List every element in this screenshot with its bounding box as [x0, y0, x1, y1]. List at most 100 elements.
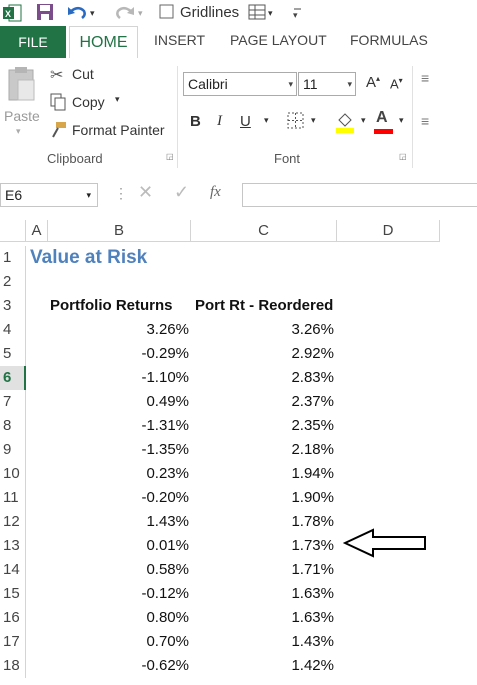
paste-dropdown-icon[interactable]: ▾ — [16, 126, 21, 137]
copy-dropdown-icon[interactable]: ▾ — [115, 94, 120, 105]
shrink-font-icon[interactable]: A▾ — [390, 76, 403, 91]
row-header-12[interactable]: 12 — [0, 510, 26, 534]
bold-button[interactable]: B — [190, 113, 201, 130]
cell-b17[interactable]: 0.70% — [48, 630, 189, 654]
tab-formulas[interactable]: FORMULAS — [350, 32, 428, 48]
row-header-5[interactable]: 5 — [0, 342, 26, 366]
cell-c12[interactable]: 1.78% — [191, 510, 334, 534]
header-port-rt-reordered[interactable]: Port Rt - Reordered — [195, 294, 333, 318]
table-icon[interactable]: ▾ — [248, 3, 288, 23]
column-header-d[interactable]: D — [337, 220, 440, 242]
cell-b11[interactable]: -0.20% — [48, 486, 189, 510]
copy-button[interactable]: Copy — [72, 94, 105, 110]
ribbon-home: Paste ▾ ✂ Cut Copy ▾ Format Painter Clip… — [0, 58, 477, 177]
row-header-3[interactable]: 3 — [0, 294, 26, 318]
cell-c8[interactable]: 2.35% — [191, 414, 334, 438]
svg-text:X: X — [5, 9, 11, 19]
row-header-9[interactable]: 9 — [0, 438, 26, 462]
cell-c9[interactable]: 2.18% — [191, 438, 334, 462]
enter-icon[interactable]: ✓ — [174, 182, 189, 203]
cell-c17[interactable]: 1.43% — [191, 630, 334, 654]
row-header-15[interactable]: 15 — [0, 582, 26, 606]
row-header-16[interactable]: 16 — [0, 606, 26, 630]
undo-icon[interactable]: ▾ — [66, 3, 100, 23]
cell-b18[interactable]: -0.62% — [48, 654, 189, 678]
clipboard-launcher-icon[interactable]: ◲ — [166, 152, 174, 161]
cell-b15[interactable]: -0.12% — [48, 582, 189, 606]
font-color-button[interactable]: A — [376, 109, 388, 127]
fill-color-icon[interactable] — [335, 110, 357, 134]
format-painter-button[interactable]: Format Painter — [72, 122, 165, 138]
row-header-1[interactable]: 1 — [0, 246, 26, 270]
fill-color-dropdown-icon[interactable]: ▾ — [361, 115, 366, 126]
column-header-a[interactable]: A — [26, 220, 48, 242]
row-header-2[interactable]: 2 — [0, 270, 26, 294]
row-header-17[interactable]: 17 — [0, 630, 26, 654]
cell-b4[interactable]: 3.26% — [48, 318, 189, 342]
name-box[interactable]: E6 ▾ — [0, 183, 98, 207]
underline-dropdown-icon[interactable]: ▾ — [264, 115, 269, 126]
cell-c5[interactable]: 2.92% — [191, 342, 334, 366]
row-header-18[interactable]: 18 — [0, 654, 26, 678]
cell-c11[interactable]: 1.90% — [191, 486, 334, 510]
row-header-10[interactable]: 10 — [0, 462, 26, 486]
insert-function-button[interactable]: fx — [210, 184, 221, 201]
alignment-group-icon[interactable]: ≡ — [421, 70, 429, 86]
tab-home[interactable]: HOME — [69, 26, 138, 58]
row-header-4[interactable]: 4 — [0, 318, 26, 342]
select-all-corner[interactable] — [0, 220, 26, 242]
row-header-13[interactable]: 13 — [0, 534, 26, 558]
font-size-select[interactable]: 11 ▾ — [298, 72, 356, 96]
font-family-select[interactable]: Calibri ▾ — [183, 72, 297, 96]
cell-c15[interactable]: 1.63% — [191, 582, 334, 606]
cell-b14[interactable]: 0.58% — [48, 558, 189, 582]
row-header-11[interactable]: 11 — [0, 486, 26, 510]
cell-c7[interactable]: 2.37% — [191, 390, 334, 414]
cell-c6[interactable]: 2.83% — [191, 366, 334, 390]
font-launcher-icon[interactable]: ◲ — [399, 152, 407, 161]
row-header-8[interactable]: 8 — [0, 414, 26, 438]
row-header-14[interactable]: 14 — [0, 558, 26, 582]
gridlines-checkbox[interactable] — [159, 4, 175, 20]
cell-b16[interactable]: 0.80% — [48, 606, 189, 630]
cell-b10[interactable]: 0.23% — [48, 462, 189, 486]
cell-c13[interactable]: 1.73% — [191, 534, 334, 558]
paste-icon[interactable] — [6, 66, 38, 102]
sheet-title[interactable]: Value at Risk — [30, 246, 147, 270]
cell-b6[interactable]: -1.10% — [48, 366, 189, 390]
cell-c14[interactable]: 1.71% — [191, 558, 334, 582]
cell-b8[interactable]: -1.31% — [48, 414, 189, 438]
alignment-group-icon-2[interactable]: ≡ — [421, 113, 429, 129]
italic-button[interactable]: I — [217, 113, 222, 130]
header-portfolio-returns[interactable]: Portfolio Returns — [50, 294, 173, 318]
cell-b5[interactable]: -0.29% — [48, 342, 189, 366]
cell-c4[interactable]: 3.26% — [191, 318, 334, 342]
tab-insert[interactable]: INSERT — [154, 32, 205, 48]
cell-c10[interactable]: 1.94% — [191, 462, 334, 486]
border-dropdown-icon[interactable]: ▾ — [311, 115, 316, 126]
cell-b13[interactable]: 0.01% — [48, 534, 189, 558]
paste-button[interactable]: Paste — [4, 108, 40, 124]
tab-page-layout[interactable]: PAGE LAYOUT — [230, 32, 327, 48]
save-icon[interactable] — [36, 3, 54, 21]
cancel-icon[interactable]: ✕ — [138, 182, 153, 203]
excel-logo-icon[interactable]: X — [2, 3, 22, 23]
cell-b7[interactable]: 0.49% — [48, 390, 189, 414]
cell-c16[interactable]: 1.63% — [191, 606, 334, 630]
redo-icon[interactable]: ▾ — [112, 3, 146, 23]
formula-input[interactable] — [242, 183, 477, 207]
underline-button[interactable]: U — [240, 113, 251, 130]
column-header-b[interactable]: B — [48, 220, 191, 242]
cut-button[interactable]: Cut — [72, 66, 94, 82]
tab-file[interactable]: FILE — [0, 26, 66, 58]
font-color-dropdown-icon[interactable]: ▾ — [399, 115, 404, 126]
border-icon[interactable] — [287, 112, 305, 130]
row-header-6[interactable]: 6 — [0, 366, 26, 390]
cell-b9[interactable]: -1.35% — [48, 438, 189, 462]
row-header-7[interactable]: 7 — [0, 390, 26, 414]
customize-toolbar-icon[interactable]: ▾ — [292, 3, 304, 23]
cell-b12[interactable]: 1.43% — [48, 510, 189, 534]
cell-c18[interactable]: 1.42% — [191, 654, 334, 678]
grow-font-icon[interactable]: A▴ — [366, 74, 380, 91]
column-header-c[interactable]: C — [191, 220, 337, 242]
